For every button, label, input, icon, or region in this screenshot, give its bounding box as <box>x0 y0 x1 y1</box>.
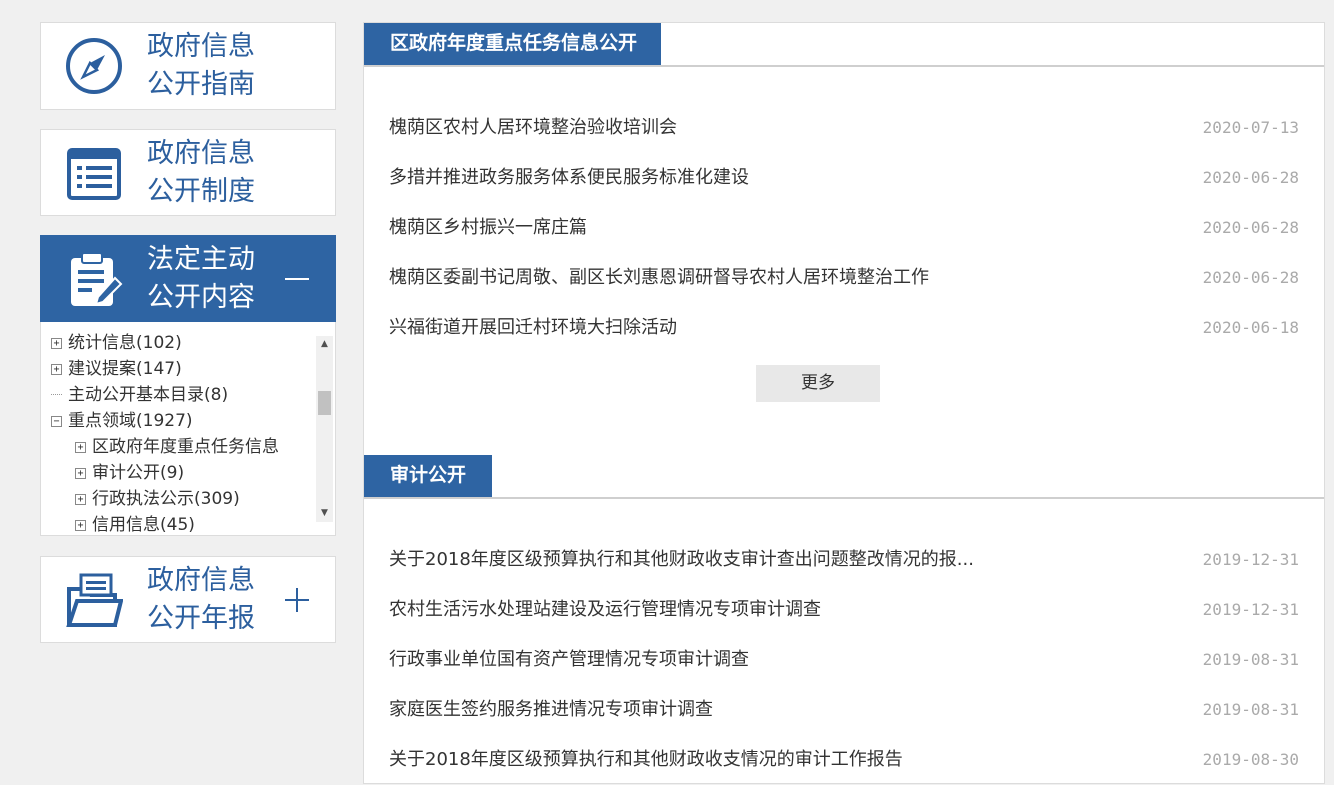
expand-icon[interactable]: + <box>75 493 86 505</box>
news-date: 2019-08-31 <box>1202 650 1299 669</box>
expand-icon[interactable]: + <box>75 467 86 479</box>
tree-node-label: 信用信息(45) <box>92 515 195 535</box>
news-title[interactable]: 家庭医生签约服务推进情况专项审计调查 <box>389 685 1159 735</box>
tree-node-credit[interactable]: + 信用信息(45) <box>51 512 313 535</box>
news-date: 2020-06-28 <box>1202 268 1299 287</box>
section-title: 区政府年度重点任务信息公开 <box>364 23 662 65</box>
tree-connector <box>51 394 62 396</box>
tree-node-stats[interactable]: + 统计信息(102) <box>51 330 313 356</box>
tree-list: + 统计信息(102) + 建议提案(147) 主动公开基本目录(8) − 重点领域(… <box>51 330 313 535</box>
scroll-thumb[interactable] <box>318 391 331 415</box>
tree-node-label: 主动公开基本目录(8) <box>68 385 229 405</box>
main-content: 区政府年度重点任务信息公开 槐荫区农村人居环境整治验收培训会 2020-07-13… <box>363 22 1325 784</box>
nav-card-title: 法定主动 公开内容 <box>147 243 255 313</box>
section-header: 审计公开 <box>364 455 1324 499</box>
plus-icon[interactable] <box>285 587 309 612</box>
news-title[interactable]: 槐荫区乡村振兴一席庄篇 <box>389 203 1159 253</box>
tree-node-label: 建议提案(147) <box>68 359 182 379</box>
tree-node-label: 重点领域(1927) <box>68 411 193 431</box>
nav-card-title: 政府信息 公开年报 <box>147 564 255 634</box>
nav-card-title: 政府信息 公开指南 <box>147 31 255 100</box>
list-item[interactable]: 关于2018年度区级预算执行和其他财政收支情况的审计工作报告 2019-08-30 <box>389 735 1299 785</box>
scroll-up-icon[interactable]: ▲ <box>316 336 333 353</box>
tree-node-enforcement[interactable]: + 行政执法公示(309) <box>51 486 313 512</box>
nav-card-guide[interactable]: 政府信息 公开指南 <box>40 22 336 110</box>
expand-icon[interactable]: + <box>51 363 62 375</box>
news-title[interactable]: 关于2018年度区级预算执行和其他财政收支审计查出问题整改情况的报... <box>389 535 1159 585</box>
minus-icon[interactable] <box>285 267 309 291</box>
list-item[interactable]: 槐荫区乡村振兴一席庄篇 2020-06-28 <box>389 203 1299 253</box>
more-button[interactable]: 更多 <box>756 365 880 402</box>
collapse-icon[interactable]: − <box>51 415 62 427</box>
category-tree: + 统计信息(102) + 建议提案(147) 主动公开基本目录(8) − 重点领域(… <box>40 322 336 536</box>
news-date: 2020-06-18 <box>1202 318 1299 337</box>
list-item[interactable]: 家庭医生签约服务推进情况专项审计调查 2019-08-31 <box>389 685 1299 735</box>
folder-document-icon <box>66 573 123 627</box>
list-item[interactable]: 槐荫区委副书记周敬、副区长刘惠恩调研督导农村人居环境整治工作 2020-06-28 <box>389 253 1299 303</box>
expand-icon[interactable]: + <box>75 519 86 531</box>
news-title[interactable]: 兴福街道开展回迁村环境大扫除活动 <box>389 303 1159 353</box>
nav-card-content[interactable]: 法定主动 公开内容 <box>40 235 336 322</box>
news-title[interactable]: 行政事业单位国有资产管理情况专项审计调查 <box>389 635 1159 685</box>
news-date: 2019-08-31 <box>1202 700 1299 719</box>
news-title[interactable]: 槐荫区委副书记周敬、副区长刘惠恩调研督导农村人居环境整治工作 <box>389 253 1159 303</box>
list-item[interactable]: 关于2018年度区级预算执行和其他财政收支审计查出问题整改情况的报... 2019… <box>389 535 1299 585</box>
tree-node-label: 行政执法公示(309) <box>92 489 240 509</box>
tree-node-label: 审计公开(9) <box>92 463 185 483</box>
news-list: 关于2018年度区级预算执行和其他财政收支审计查出问题整改情况的报... 2019… <box>389 535 1299 785</box>
list-item[interactable]: 农村生活污水处理站建设及运行管理情况专项审计调查 2019-12-31 <box>389 585 1299 635</box>
news-title[interactable]: 多措并推进政务服务体系便民服务标准化建设 <box>389 153 1159 203</box>
tree-node-audit[interactable]: + 审计公开(9) <box>51 460 313 486</box>
news-date: 2020-06-28 <box>1202 168 1299 187</box>
list-item[interactable]: 行政事业单位国有资产管理情况专项审计调查 2019-08-31 <box>389 635 1299 685</box>
tree-scrollbar[interactable]: ▲ ▼ <box>316 336 333 522</box>
clipboard-edit-icon <box>71 251 123 306</box>
scroll-down-icon[interactable]: ▼ <box>316 505 333 522</box>
list-item[interactable]: 兴福街道开展回迁村环境大扫除活动 2020-06-18 <box>389 303 1299 353</box>
tree-node-annual-tasks[interactable]: + 区政府年度重点任务信息 <box>51 434 313 460</box>
news-date: 2020-06-28 <box>1202 218 1299 237</box>
compass-icon <box>66 38 122 94</box>
news-date: 2019-12-31 <box>1202 600 1299 619</box>
nav-card-title: 政府信息 公开制度 <box>147 137 255 207</box>
section-header: 区政府年度重点任务信息公开 <box>364 23 1324 67</box>
nav-card-system[interactable]: 政府信息 公开制度 <box>40 129 336 216</box>
section-title: 审计公开 <box>364 455 493 497</box>
tree-node-key-areas[interactable]: − 重点领域(1927) <box>51 408 313 434</box>
expand-icon[interactable]: + <box>51 337 62 349</box>
nav-card-annual-report[interactable]: 政府信息 公开年报 <box>40 556 336 643</box>
news-date: 2019-12-31 <box>1202 550 1299 569</box>
list-item[interactable]: 槐荫区农村人居环境整治验收培训会 2020-07-13 <box>389 103 1299 153</box>
tree-node-catalog[interactable]: 主动公开基本目录(8) <box>51 382 313 408</box>
news-title[interactable]: 槐荫区农村人居环境整治验收培训会 <box>389 103 1159 153</box>
tree-node-label: 统计信息(102) <box>68 333 182 353</box>
expand-icon[interactable]: + <box>75 441 86 453</box>
list-document-icon <box>67 147 121 200</box>
news-title[interactable]: 农村生活污水处理站建设及运行管理情况专项审计调查 <box>389 585 1159 635</box>
news-date: 2020-07-13 <box>1202 118 1299 137</box>
news-date: 2019-08-30 <box>1202 750 1299 769</box>
tree-node-label: 区政府年度重点任务信息 <box>92 437 279 457</box>
tree-node-proposals[interactable]: + 建议提案(147) <box>51 356 313 382</box>
list-item[interactable]: 多措并推进政务服务体系便民服务标准化建设 2020-06-28 <box>389 153 1299 203</box>
news-list: 槐荫区农村人居环境整治验收培训会 2020-07-13 多措并推进政务服务体系便民… <box>389 103 1299 353</box>
news-title[interactable]: 关于2018年度区级预算执行和其他财政收支情况的审计工作报告 <box>389 735 1159 785</box>
